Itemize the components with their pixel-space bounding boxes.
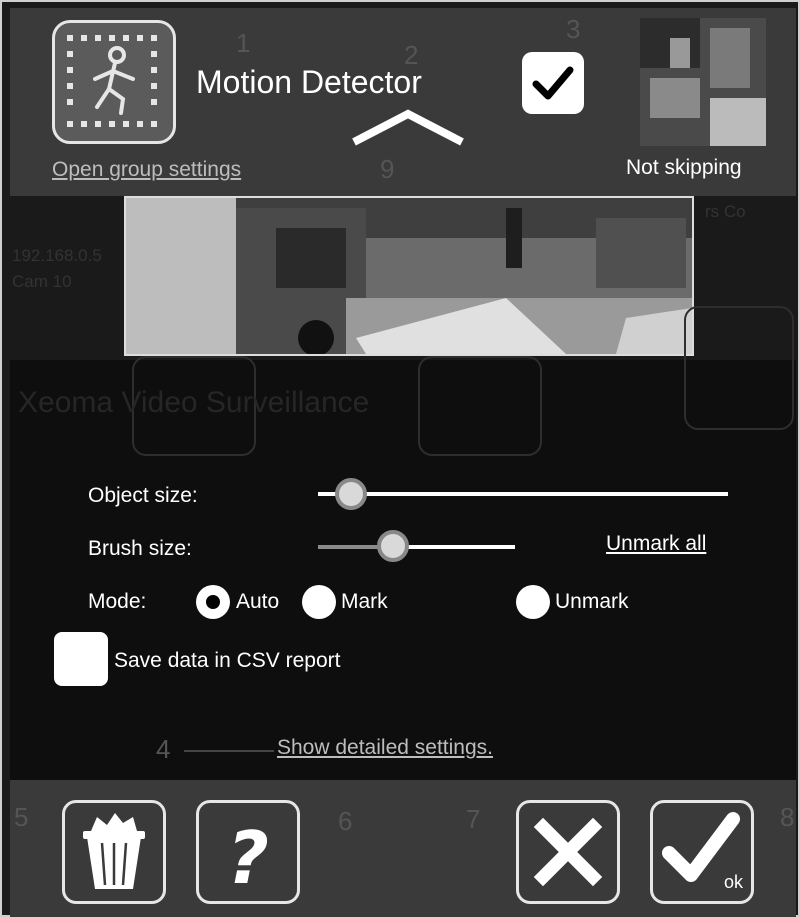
csv-report-label[interactable]: Save data in CSV report — [114, 649, 340, 673]
camera-thumbnail[interactable] — [640, 18, 766, 146]
object-size-slider[interactable] — [318, 492, 728, 496]
mode-unmark-radio[interactable] — [516, 585, 550, 619]
mode-label: Mode: — [88, 590, 147, 613]
module-enable-checkbox[interactable] — [522, 52, 584, 114]
open-group-settings-link[interactable]: Open group settings — [52, 158, 241, 182]
mode-mark-radio[interactable] — [302, 585, 336, 619]
mode-auto-label[interactable]: Auto — [236, 590, 279, 614]
cancel-button[interactable] — [516, 800, 620, 904]
checkmark-icon — [532, 66, 574, 100]
bg-number: 9 — [380, 154, 395, 184]
ok-label: ok — [723, 872, 743, 892]
help-button[interactable]: ? — [196, 800, 300, 904]
object-size-slider-knob[interactable] — [334, 478, 367, 510]
mode-unmark-label[interactable]: Unmark — [555, 590, 629, 614]
bg-connector-line — [184, 750, 274, 752]
trash-icon — [83, 813, 145, 889]
bg-number: 3 — [566, 14, 581, 44]
brush-size-slider[interactable] — [398, 545, 515, 549]
module-title: Motion Detector — [196, 64, 422, 100]
camera-preview[interactable] — [124, 196, 694, 356]
bg-cam-text: Cam 10 — [12, 272, 72, 291]
brush-size-label: Brush size: — [88, 537, 192, 560]
brush-size-slider-knob[interactable] — [376, 530, 409, 562]
delete-button[interactable] — [62, 800, 166, 904]
csv-report-checkbox[interactable] — [54, 632, 108, 686]
bg-number: 5 — [14, 802, 29, 832]
bg-number: 7 — [466, 804, 481, 834]
mode-mark-label[interactable]: Mark — [341, 590, 388, 614]
bg-corner-text: rs Co — [705, 202, 746, 221]
skip-status: Not skipping — [626, 156, 742, 179]
bg-module-text — [418, 356, 542, 456]
mode-auto-radio[interactable] — [196, 585, 230, 619]
bg-number: 8 — [780, 802, 795, 832]
bg-number: 1 — [236, 28, 251, 58]
close-icon — [533, 817, 603, 887]
settings-panel — [10, 360, 796, 780]
bg-number: 6 — [338, 806, 353, 836]
bg-brand-text: Xeoma Video Surveillance — [18, 386, 370, 419]
object-size-label: Object size: — [88, 484, 198, 507]
bg-number: 4 — [156, 734, 171, 764]
collapse-chevron-icon[interactable] — [350, 108, 466, 148]
help-icon: ? — [227, 816, 269, 900]
motion-detector-icon — [52, 20, 176, 144]
show-detailed-settings-link[interactable]: Show detailed settings. — [277, 736, 493, 760]
svg-text:?: ? — [227, 816, 269, 900]
bg-module-motion — [684, 306, 794, 430]
unmark-all-link[interactable]: Unmark all — [606, 532, 706, 556]
ok-button[interactable]: ok — [650, 800, 754, 904]
bg-ip-text: 192.168.0.5 — [12, 246, 102, 265]
